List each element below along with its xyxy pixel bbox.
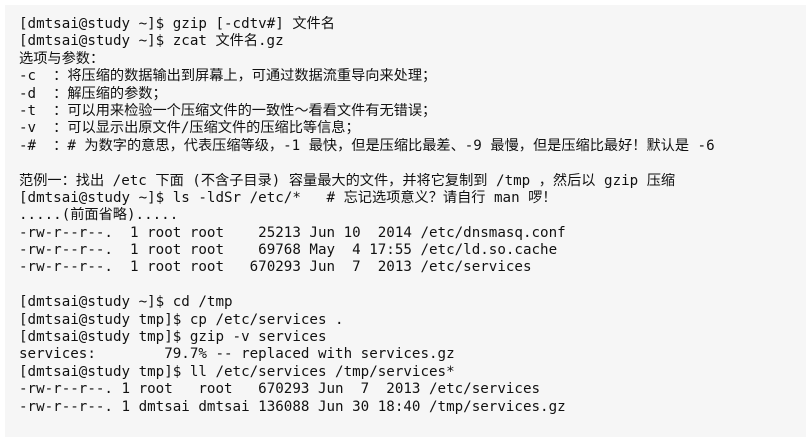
option-line: -c ：将压缩的数据输出到屏幕上，可通过数据流重导向来处理；	[19, 68, 437, 85]
command-line: [dmtsai@study tmp]$ ll /etc/services /tm…	[19, 363, 455, 380]
terminal-code-block: [dmtsai@study ~]$ gzip [-cdtv#] 文件名 [dmt…	[5, 5, 806, 437]
option-line: -d ：解压缩的参数；	[19, 85, 167, 102]
output-line: -rw-r--r--. 1 root root 69768 May 4 17:5…	[19, 242, 558, 259]
example-heading: 范例一：找出 /etc 下面 (不含子目录) 容量最大的文件，并将它复制到 /t…	[19, 172, 676, 189]
command-line: [dmtsai@study tmp]$ cp /etc/services .	[19, 311, 344, 328]
options-heading: 选项与参数：	[19, 50, 105, 67]
output-line: .....(前面省略).....	[19, 207, 179, 224]
option-line: -v ：可以显示出原文件/压缩文件的压缩比等信息；	[19, 120, 360, 137]
output-line: -rw-r--r--. 1 root root 25213 Jun 10 201…	[19, 224, 566, 241]
command-line: [dmtsai@study ~]$ zcat 文件名.gz	[19, 33, 284, 50]
command-line: [dmtsai@study ~]$ ls -ldSr /etc/* # 忘记选项…	[19, 189, 557, 206]
command-line: [dmtsai@study ~]$ gzip [-cdtv#] 文件名	[19, 16, 335, 32]
command-line: [dmtsai@study tmp]$ gzip -v services	[19, 329, 327, 346]
output-line: -rw-r--r--. 1 dmtsai dmtsai 136088 Jun 3…	[19, 398, 566, 415]
option-line: -t ：可以用来检验一个压缩文件的一致性～看看文件有无错误；	[19, 102, 437, 119]
option-line: -# ：# 为数字的意思，代表压缩等级，-1 最快，但是压缩比最差、-9 最慢，…	[19, 137, 715, 154]
output-line: services: 79.7% -- replaced with service…	[19, 346, 455, 363]
output-line: -rw-r--r--. 1 root root 670293 Jun 7 201…	[19, 381, 541, 398]
command-line: [dmtsai@study ~]$ cd /tmp	[19, 294, 233, 311]
output-line: -rw-r--r--. 1 root root 670293 Jun 7 201…	[19, 259, 532, 276]
